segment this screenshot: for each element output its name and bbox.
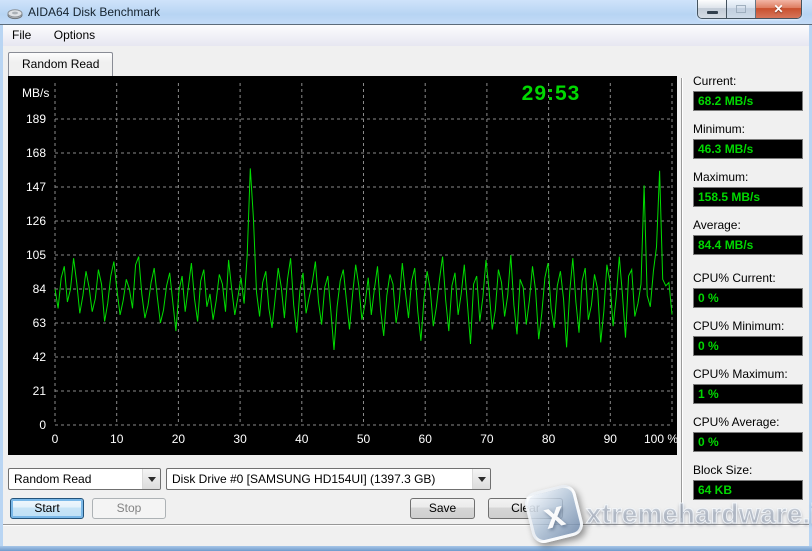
chart-plot: 0 10 20 30 40 50 60 70 80 90 100 % 189 168 147 126 105 8… — [8, 76, 677, 455]
stat-label: Average: — [693, 218, 803, 235]
svg-text:147: 147 — [26, 180, 46, 194]
title-bar: AIDA64 Disk Benchmark ✕ — [0, 0, 812, 25]
svg-text:126: 126 — [26, 214, 46, 228]
window-border-bottom — [0, 546, 812, 551]
benchmark-chart: 0 10 20 30 40 50 60 70 80 90 100 % 189 168 147 126 105 8… — [8, 76, 677, 455]
svg-text:0: 0 — [52, 432, 59, 446]
svg-text:60: 60 — [419, 432, 433, 446]
svg-text:84: 84 — [33, 282, 47, 296]
close-icon: ✕ — [756, 0, 801, 18]
menu-bar: File Options — [3, 25, 809, 46]
maximize-icon — [736, 5, 746, 13]
benchmark-type-select[interactable]: Random Read — [8, 468, 161, 490]
combo-arrow-button — [472, 469, 490, 489]
svg-text:50: 50 — [357, 432, 371, 446]
stat-value: 0 % — [693, 336, 803, 356]
svg-text:MB/s: MB/s — [22, 86, 49, 100]
svg-text:40: 40 — [295, 432, 309, 446]
app-window: AIDA64 Disk Benchmark ✕ File Options Ran… — [0, 0, 812, 551]
stat-label: CPU% Average: — [693, 415, 803, 432]
svg-text:189: 189 — [26, 112, 46, 126]
combo-arrow-button — [142, 469, 160, 489]
stat-minimum: Minimum: 46.3 MB/s — [693, 122, 803, 159]
window-border-left — [0, 25, 3, 546]
svg-text:20: 20 — [172, 432, 186, 446]
clear-button[interactable]: Clear — [488, 498, 563, 519]
stat-value: 64 KB — [693, 480, 803, 500]
status-bar — [3, 524, 809, 546]
svg-text:105: 105 — [26, 248, 46, 262]
stat-value: 68.2 MB/s — [693, 91, 803, 111]
stat-value: 0 % — [693, 288, 803, 308]
start-button[interactable]: Start — [10, 498, 84, 519]
svg-text:70: 70 — [480, 432, 494, 446]
svg-text:0: 0 — [39, 418, 46, 432]
disk-drive-value: Disk Drive #0 [SAMSUNG HD154UI] (1397.3 … — [172, 469, 470, 489]
chevron-down-icon — [148, 477, 156, 482]
save-button[interactable]: Save — [410, 498, 475, 519]
caption-buttons: ✕ — [697, 0, 802, 19]
svg-text:63: 63 — [33, 316, 47, 330]
elapsed-timer: 29:53 — [486, 82, 616, 106]
stat-average: Average: 84.4 MB/s — [693, 218, 803, 255]
svg-text:80: 80 — [542, 432, 556, 446]
stat-cpu-current: CPU% Current: 0 % — [693, 271, 803, 308]
chevron-down-icon — [478, 477, 486, 482]
benchmark-type-value: Random Read — [14, 469, 140, 489]
stat-block-size: Block Size: 64 KB — [693, 463, 803, 500]
stat-label: CPU% Minimum: — [693, 319, 803, 336]
stat-value: 46.3 MB/s — [693, 139, 803, 159]
window-title: AIDA64 Disk Benchmark — [28, 0, 160, 25]
stat-label: Minimum: — [693, 122, 803, 139]
hard-disk-icon — [7, 6, 23, 25]
stat-maximum: Maximum: 158.5 MB/s — [693, 170, 803, 207]
stat-label: Maximum: — [693, 170, 803, 187]
svg-text:30: 30 — [233, 432, 247, 446]
minimize-icon — [707, 11, 718, 14]
panel-separator — [681, 78, 683, 518]
stat-label: Block Size: — [693, 463, 803, 480]
stat-cpu-minimum: CPU% Minimum: 0 % — [693, 319, 803, 356]
stop-button[interactable]: Stop — [92, 498, 166, 519]
svg-text:21: 21 — [33, 384, 47, 398]
stat-label: CPU% Current: — [693, 271, 803, 288]
stat-value: 1 % — [693, 384, 803, 404]
maximize-button — [727, 0, 756, 18]
stat-value: 158.5 MB/s — [693, 187, 803, 207]
stat-value: 84.4 MB/s — [693, 235, 803, 255]
svg-text:10: 10 — [110, 432, 124, 446]
menu-options[interactable]: Options — [45, 25, 104, 46]
stat-label: CPU% Maximum: — [693, 367, 803, 384]
stat-value: 0 % — [693, 432, 803, 452]
tab-random-read[interactable]: Random Read — [8, 52, 113, 76]
stat-cpu-maximum: CPU% Maximum: 1 % — [693, 367, 803, 404]
close-button[interactable]: ✕ — [756, 0, 801, 18]
disk-drive-select[interactable]: Disk Drive #0 [SAMSUNG HD154UI] (1397.3 … — [166, 468, 491, 490]
svg-text:100 %: 100 % — [644, 432, 677, 446]
stat-current: Current: 68.2 MB/s — [693, 74, 803, 111]
minimize-button[interactable] — [698, 0, 727, 18]
stat-label: Current: — [693, 74, 803, 91]
svg-text:42: 42 — [33, 350, 47, 364]
svg-text:168: 168 — [26, 146, 46, 160]
stat-cpu-average: CPU% Average: 0 % — [693, 415, 803, 452]
svg-text:90: 90 — [604, 432, 618, 446]
menu-file[interactable]: File — [3, 25, 40, 46]
